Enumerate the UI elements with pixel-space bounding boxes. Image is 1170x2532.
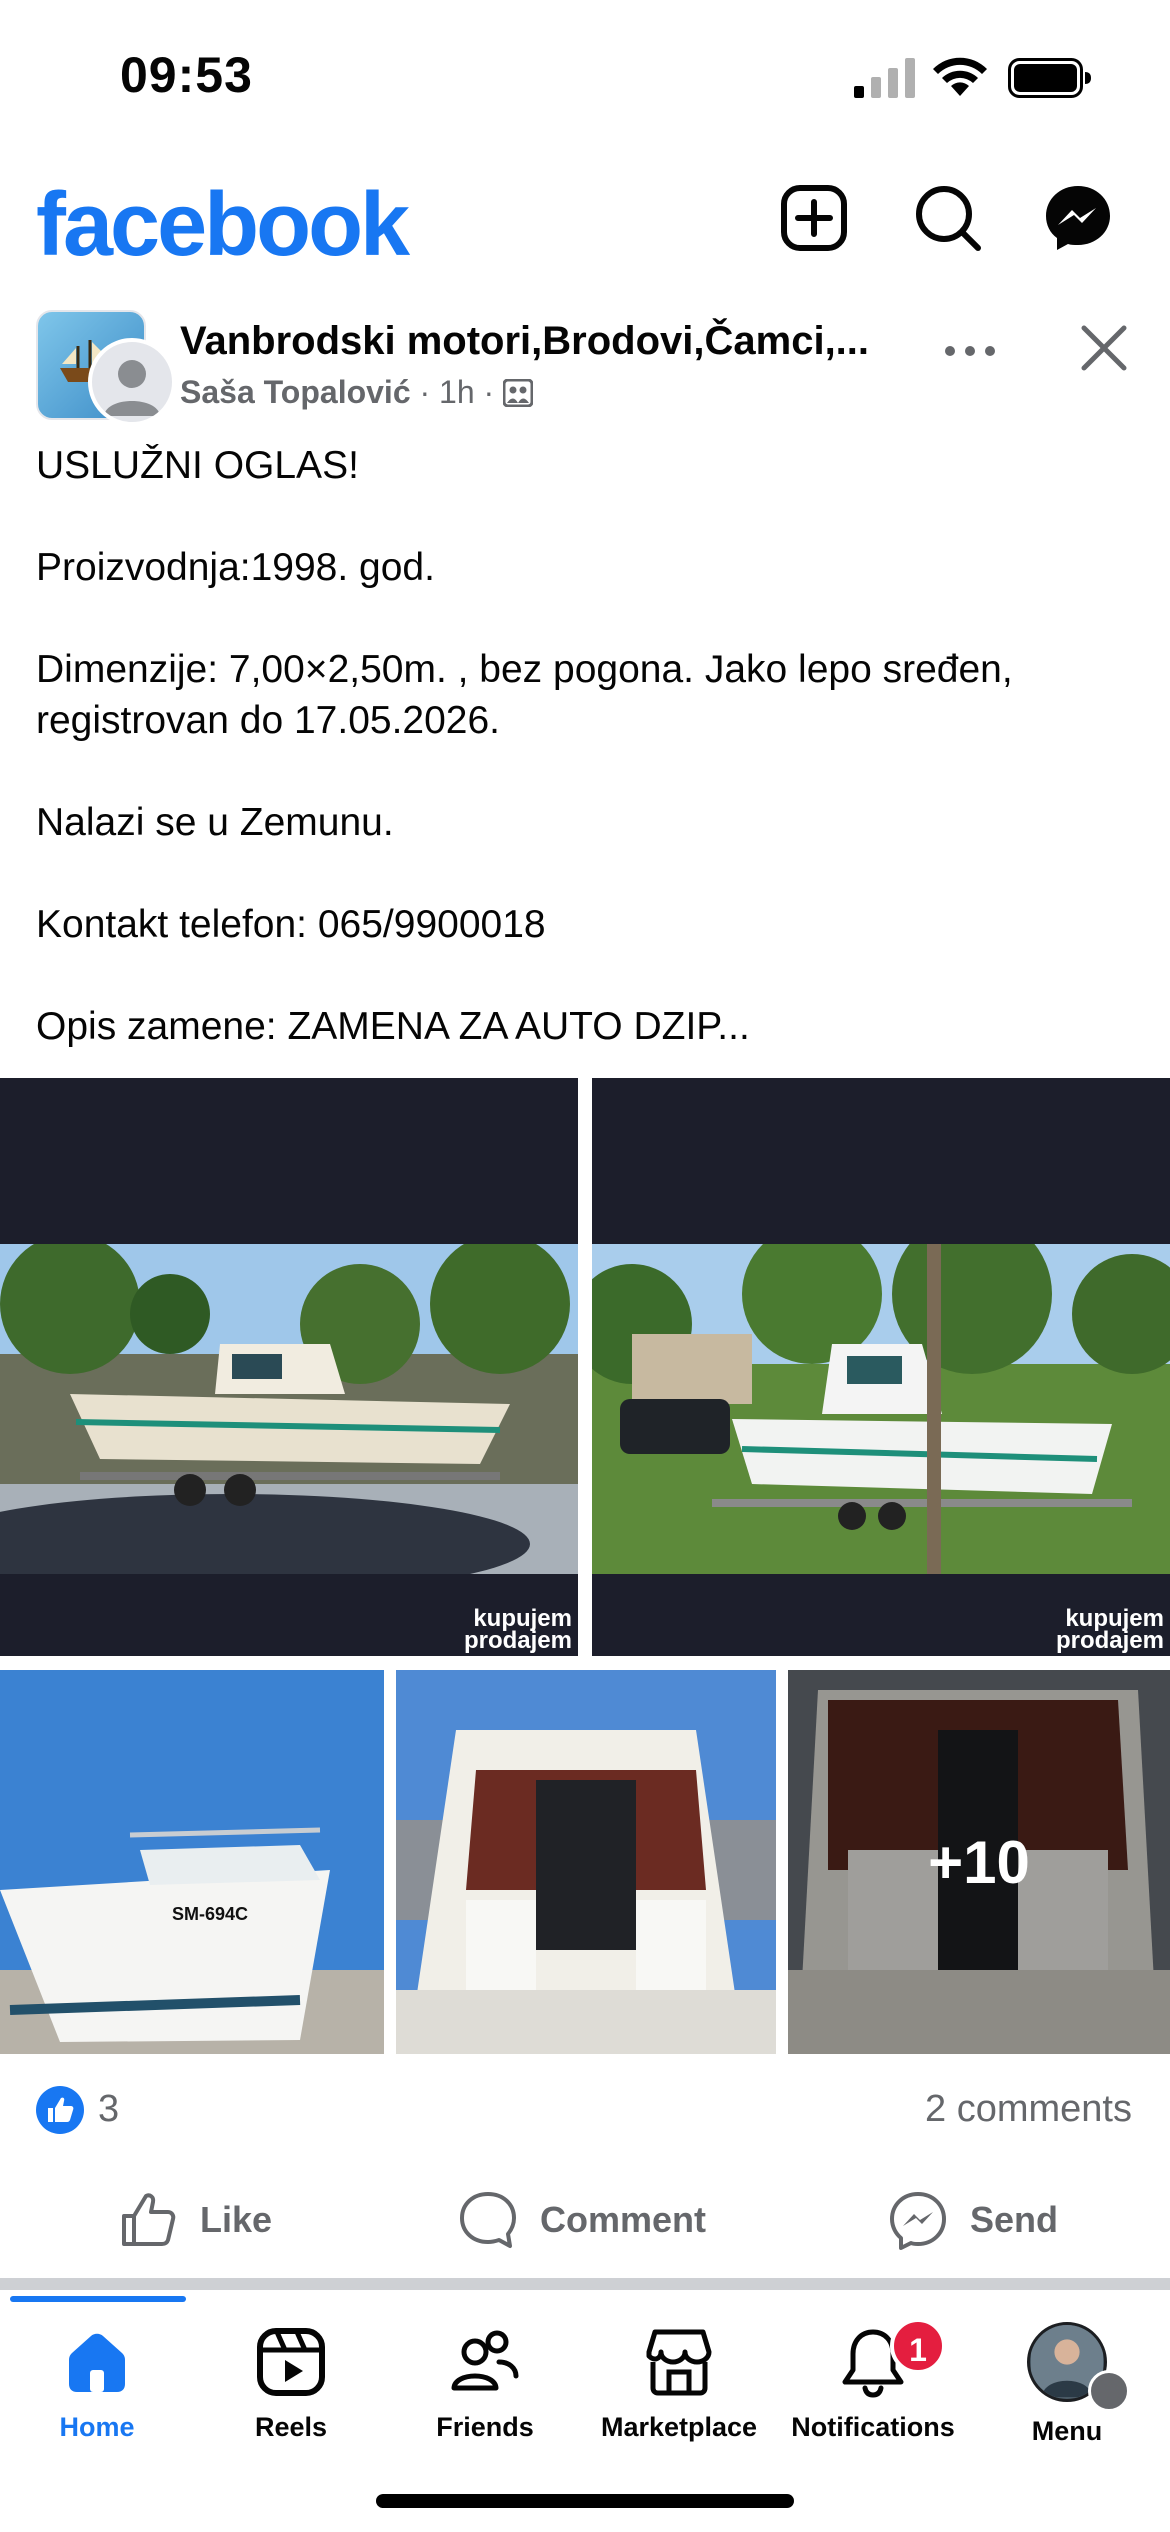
- reactions-count[interactable]: 3: [98, 2088, 119, 2131]
- boat-photo-image: [0, 1670, 384, 2054]
- notification-badge: 1: [890, 2318, 946, 2374]
- like-reaction-icon[interactable]: [36, 2086, 84, 2134]
- comment-label: Comment: [540, 2199, 707, 2240]
- photo-boat-cockpit[interactable]: [396, 1670, 776, 2054]
- tab-home[interactable]: Home: [0, 2326, 194, 2443]
- search-icon[interactable]: [912, 182, 984, 254]
- watermark: kupujem prodajem: [1055, 1605, 1164, 1654]
- photo-more[interactable]: +10: [788, 1670, 1170, 2054]
- tab-label: Home: [59, 2412, 135, 2442]
- battery-icon: [1008, 58, 1091, 98]
- active-tab-indicator: [10, 2296, 186, 2302]
- feed-separator: [0, 2278, 1170, 2290]
- comment-icon: [460, 2192, 516, 2248]
- messenger-icon[interactable]: [1042, 182, 1114, 254]
- reels-icon: [257, 2328, 325, 2396]
- user-avatar[interactable]: [88, 338, 176, 426]
- post-actions: Like Comment Send: [0, 2180, 1170, 2260]
- tab-reels[interactable]: Reels: [194, 2326, 388, 2443]
- status-time: 09:53: [120, 47, 253, 103]
- tab-label: Friends: [436, 2412, 534, 2442]
- post-text-line: Proizvodnja:1998. god.: [36, 546, 435, 589]
- post-text: USLUŽNI OGLAS! Proizvodnja:1998. god. Di…: [36, 440, 1136, 1052]
- post-text-line: Nalazi se u Zemunu.: [36, 801, 394, 844]
- menu-lines-icon: [1088, 2370, 1130, 2412]
- post-meta: Saša Topalović · 1h ·: [180, 370, 534, 414]
- boat-photo-image: [592, 1244, 1170, 1574]
- tab-marketplace[interactable]: Marketplace: [582, 2326, 776, 2443]
- friends-icon: [451, 2330, 519, 2391]
- comments-count[interactable]: 2 comments: [925, 2088, 1132, 2131]
- tab-friends[interactable]: Friends: [388, 2326, 582, 2443]
- facebook-logo[interactable]: facebook: [36, 170, 410, 280]
- send-label: Send: [970, 2199, 1059, 2240]
- photo-boat-side[interactable]: kupujem prodajem: [0, 1078, 578, 1656]
- photo-grid: kupujem prodajem kupujem prodajem SM-694…: [0, 1078, 1170, 2054]
- tab-menu[interactable]: Menu: [970, 2322, 1164, 2447]
- wifi-icon: [933, 57, 987, 96]
- home-icon: [69, 2333, 125, 2392]
- post-text-line: Dimenzije: 7,00×2,50m. , bez pogona. Jak…: [36, 648, 1013, 742]
- boat-photo-image: [396, 1670, 776, 2054]
- author-name[interactable]: Saša Topalović: [180, 374, 411, 410]
- add-icon[interactable]: [778, 182, 850, 254]
- comment-button[interactable]: Comment: [458, 2180, 706, 2260]
- close-icon[interactable]: [1076, 320, 1132, 376]
- like-button[interactable]: Like: [118, 2180, 272, 2260]
- watermark: kupujem prodajem: [463, 1605, 572, 1654]
- home-indicator: [376, 2494, 794, 2508]
- more-options-icon[interactable]: [940, 336, 1000, 366]
- meta-separator: ·: [419, 374, 440, 410]
- reactions-bar: 3 2 comments: [0, 2076, 1170, 2146]
- status-bar: 09:53: [0, 0, 1170, 150]
- hull-registration-text: SM-694C: [172, 1904, 249, 1924]
- tab-label: Reels: [254, 2412, 328, 2442]
- person-icon: [104, 360, 160, 416]
- post-text-line: USLUŽNI OGLAS!: [36, 444, 359, 487]
- meta-separator: ·: [483, 374, 504, 410]
- app-header: facebook: [0, 160, 1170, 290]
- tab-label: Notifications: [791, 2412, 955, 2442]
- tab-label: Menu: [1031, 2416, 1103, 2446]
- post-text-line[interactable]: Opis zamene: ZAMENA ZA AUTO DZIP...: [36, 1001, 1136, 1052]
- boat-photo-image: [0, 1244, 578, 1574]
- photo-boat-trailer[interactable]: kupujem prodajem: [592, 1078, 1170, 1656]
- more-photos-overlay[interactable]: +10: [788, 1670, 1170, 2054]
- messenger-send-icon: [890, 2192, 946, 2250]
- send-button[interactable]: Send: [888, 2180, 1058, 2260]
- cellular-signal-icon: [854, 58, 915, 98]
- post-time[interactable]: 1h: [439, 374, 475, 410]
- thumbs-up-icon: [122, 2193, 176, 2246]
- group-privacy-icon: [502, 378, 534, 408]
- tab-label: Marketplace: [600, 2412, 758, 2442]
- photo-boat-bow[interactable]: SM-694C: [0, 1670, 384, 2054]
- group-name[interactable]: Vanbrodski motori,Brodovi,Čamci,...: [180, 314, 910, 368]
- like-label: Like: [200, 2199, 273, 2240]
- marketplace-icon: [646, 2329, 712, 2396]
- tab-notifications[interactable]: 1 Notifications: [776, 2318, 970, 2443]
- post-header: Vanbrodski motori,Brodovi,Čamci,... Saša…: [0, 306, 1170, 426]
- post-text-line: Kontakt telefon: 065/9900018: [36, 903, 546, 946]
